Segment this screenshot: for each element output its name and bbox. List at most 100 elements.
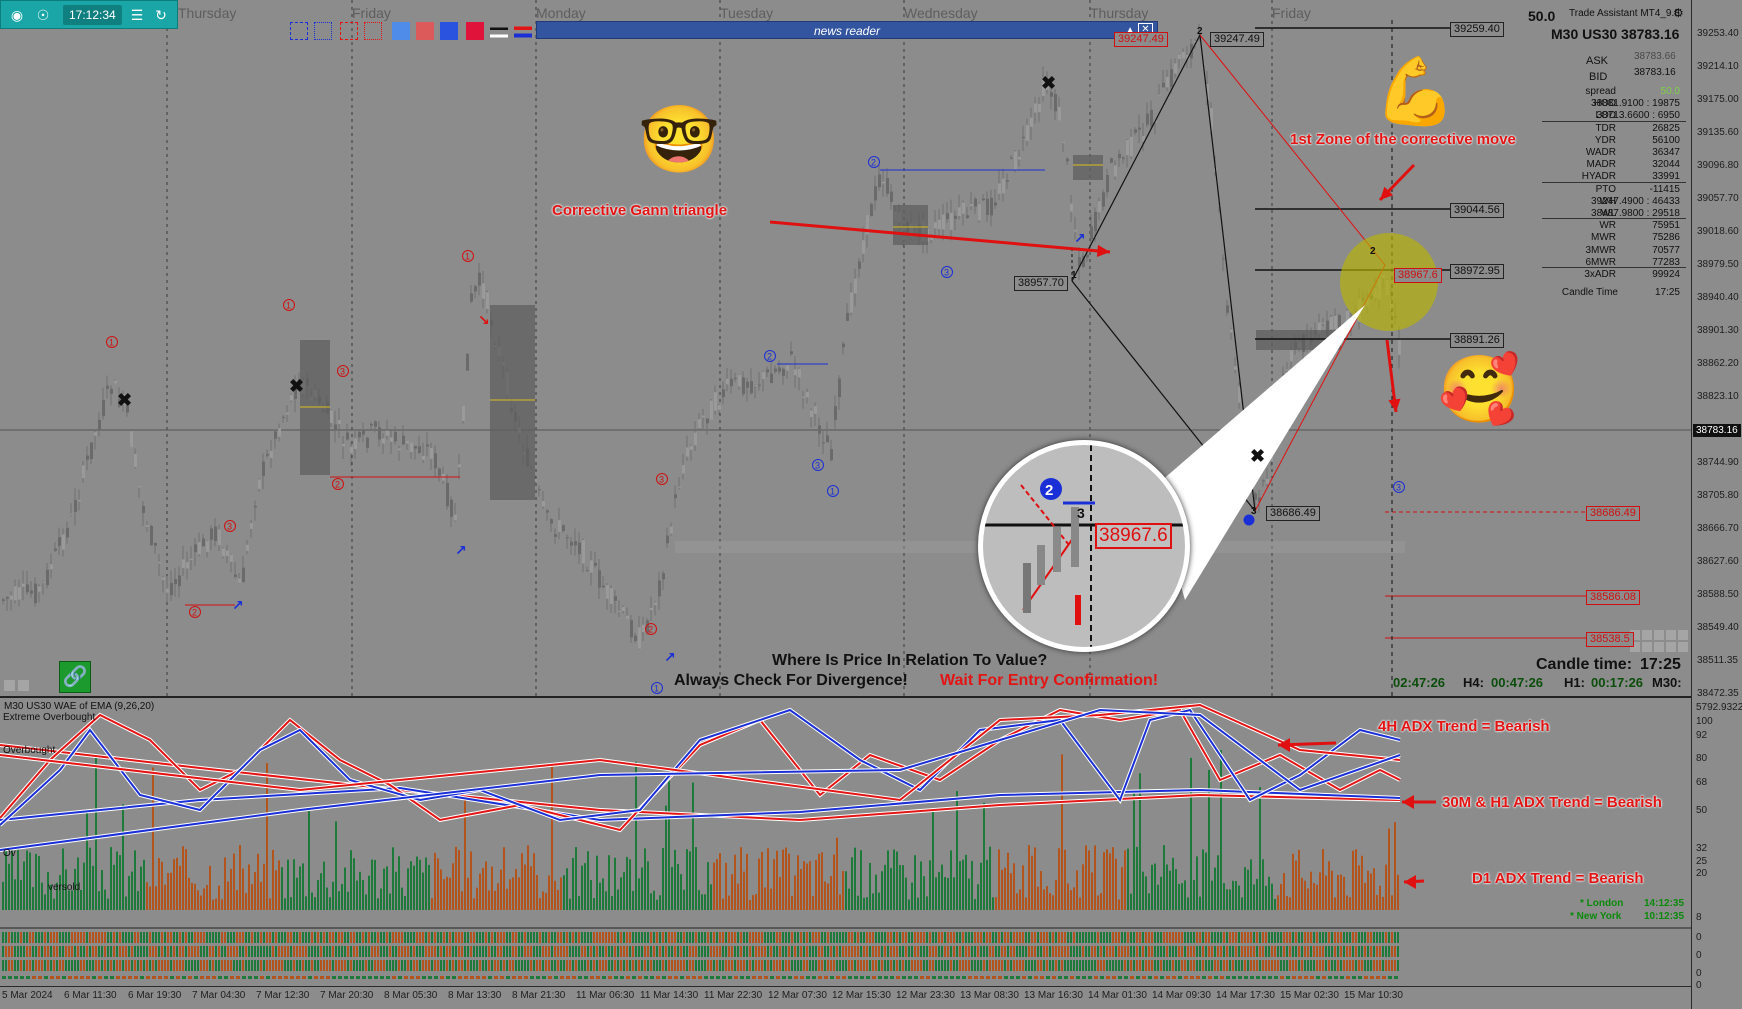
strip-cell: [770, 960, 772, 971]
price-tick: 38666.70: [1697, 523, 1739, 534]
histogram-bar: [1247, 869, 1249, 910]
strip-cell: [1349, 946, 1351, 957]
strip-cell: [506, 960, 508, 971]
histogram-bar: [1379, 885, 1381, 910]
candle-body: [822, 442, 825, 444]
strip-cell: [1382, 946, 1384, 957]
strip-dot: [2, 976, 6, 979]
histogram-bar: [1349, 897, 1351, 910]
tool-line-redblue[interactable]: [514, 22, 532, 40]
tool-fill-salmon[interactable]: [416, 22, 434, 40]
strip-cell: [533, 960, 535, 971]
strip-dot: [1136, 976, 1140, 979]
strip-cell: [398, 960, 400, 971]
strip-cell: [542, 946, 544, 957]
histogram-bar: [764, 887, 766, 910]
histogram-bar: [932, 810, 934, 910]
strip-cell: [671, 932, 673, 943]
svg-text:2: 2: [767, 352, 772, 362]
strip-dot: [122, 976, 126, 979]
link-icon[interactable]: 🔗: [59, 661, 91, 693]
tool-fill-lightblue[interactable]: [392, 22, 410, 40]
candle-body: [618, 611, 621, 613]
strip-cell: [311, 960, 313, 971]
menu-icon[interactable]: ☰: [127, 5, 147, 25]
strip-cell: [665, 932, 667, 943]
tool-fill-red[interactable]: [466, 22, 484, 40]
strip-cell: [512, 960, 514, 971]
strip-cell: [707, 946, 709, 957]
settings-icon[interactable]: ⚙: [1673, 6, 1684, 20]
svg-text:2: 2: [335, 480, 340, 490]
histogram-bar: [965, 854, 967, 910]
strip-cell: [239, 946, 241, 957]
strip-dot: [1244, 976, 1248, 979]
strip-cell: [14, 946, 16, 957]
histogram-bar: [23, 861, 25, 910]
strip-cell: [1343, 946, 1345, 957]
strip-cell: [758, 932, 760, 943]
strip-cell: [473, 932, 475, 943]
histogram-bar: [641, 867, 643, 910]
strip-cell: [413, 946, 415, 957]
candle-body: [794, 369, 797, 376]
strip-dot: [620, 976, 624, 979]
strip-cell: [1172, 946, 1174, 957]
strip-cell: [503, 960, 505, 971]
news-reader-bar[interactable]: news reader ▲ ✕: [536, 21, 1158, 39]
strip-dot: [596, 976, 600, 979]
tool-line-black[interactable]: [490, 22, 508, 40]
strip-cell: [521, 932, 523, 943]
strip-cell: [119, 946, 121, 957]
strip-cell: [842, 946, 844, 957]
eye-icon[interactable]: ☉: [33, 5, 53, 25]
strip-cell: [20, 960, 22, 971]
strip-cell: [869, 932, 871, 943]
strip-cell: [719, 946, 721, 957]
strip-cell: [1385, 932, 1387, 943]
strip-cell: [1034, 946, 1036, 957]
strip-cell: [1208, 946, 1210, 957]
candle-body: [66, 527, 69, 538]
histogram-bar: [1316, 884, 1318, 910]
strip-cell: [164, 932, 166, 943]
tool-rect-outline-red[interactable]: [340, 22, 358, 40]
strip-cell: [167, 960, 169, 971]
candle-body: [202, 538, 205, 547]
strip-cell: [5, 946, 7, 957]
strip-cell: [989, 932, 991, 943]
histogram-bar: [395, 871, 397, 910]
strip-cell: [1028, 932, 1030, 943]
strip-cell: [1337, 960, 1339, 971]
tool-rect-dotted-blue[interactable]: [314, 22, 332, 40]
strip-cell: [95, 946, 97, 957]
strip-cell: [404, 960, 406, 971]
histogram-bar: [404, 895, 406, 910]
strip-cell: [1340, 946, 1342, 957]
candle-body: [638, 627, 641, 649]
strip-dot: [950, 976, 954, 979]
tool-rect-outline-blue[interactable]: [290, 22, 308, 40]
strip-cell: [950, 932, 952, 943]
strip-cell: [302, 946, 304, 957]
strip-cell: [50, 932, 52, 943]
camera-icon[interactable]: ◉: [7, 5, 27, 25]
strip-cell: [1346, 932, 1348, 943]
strip-cell: [1187, 932, 1189, 943]
indicator-tick: 0: [1696, 932, 1702, 943]
candle-body: [1026, 125, 1029, 141]
svg-text:3: 3: [340, 367, 345, 377]
tool-fill-blue[interactable]: [440, 22, 458, 40]
strip-cell: [470, 932, 472, 943]
wae-indicator-panel[interactable]: [0, 700, 1691, 986]
strip-cell: [1184, 960, 1186, 971]
restore-icon[interactable]: ↻: [151, 5, 171, 25]
histogram-bar: [668, 777, 670, 910]
strip-cell: [638, 932, 640, 943]
strip-dot: [962, 976, 966, 979]
strip-cell: [1205, 960, 1207, 971]
strip-cell: [26, 960, 28, 971]
strip-cell: [59, 946, 61, 957]
tool-rect-dotted-red[interactable]: [364, 22, 382, 40]
histogram-bar: [158, 858, 160, 910]
